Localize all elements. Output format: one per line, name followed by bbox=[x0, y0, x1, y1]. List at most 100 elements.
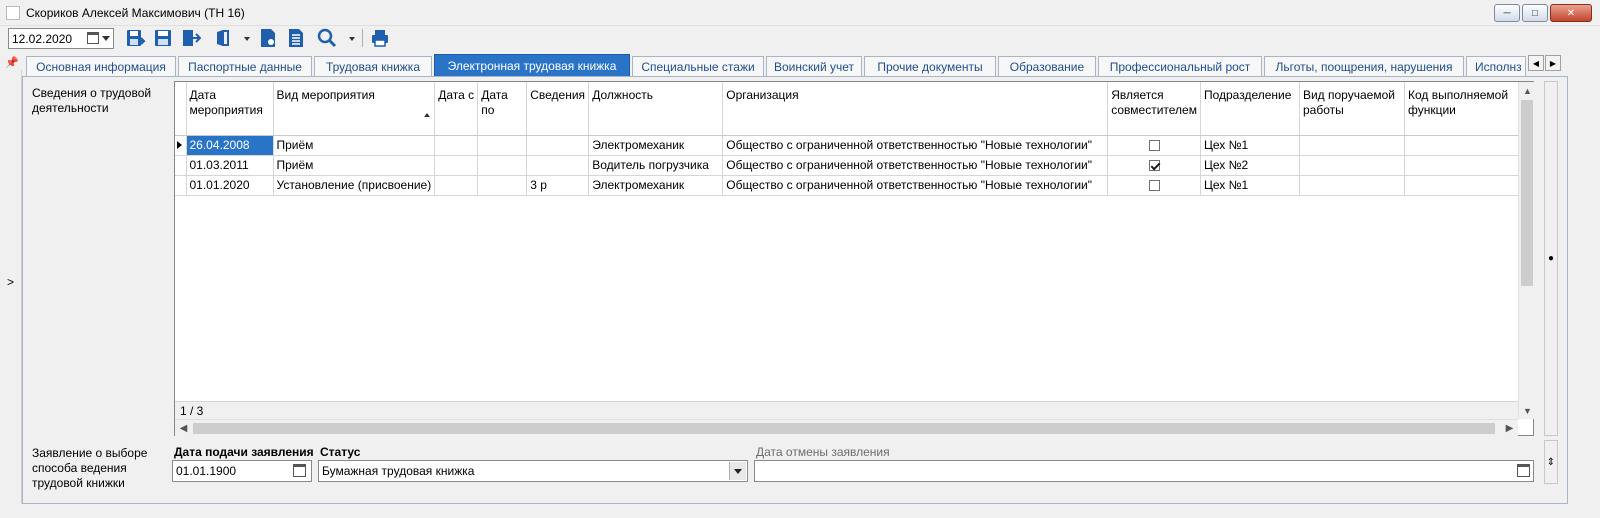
cell-position[interactable]: Электромеханик bbox=[588, 135, 724, 156]
cell-function-code[interactable] bbox=[1404, 175, 1525, 196]
cell-date-from[interactable] bbox=[434, 155, 479, 176]
chevron-down-icon[interactable] bbox=[102, 36, 110, 41]
cell-department[interactable]: Цех №1 bbox=[1200, 135, 1300, 156]
cell-department[interactable]: Цех №2 bbox=[1200, 155, 1300, 176]
scroll-down-icon[interactable]: ▼ bbox=[1519, 402, 1536, 419]
table-row[interactable]: 01.01.2020 Установление (присвоение) 3 р… bbox=[175, 175, 1525, 196]
exit-icon[interactable] bbox=[181, 28, 201, 48]
expand-icon: > bbox=[7, 275, 15, 289]
cell-organization[interactable]: Общество с ограниченной ответственностью… bbox=[722, 155, 1109, 176]
application-side-button[interactable]: ⇕ bbox=[1544, 440, 1558, 484]
cell-event-date[interactable]: 01.03.2011 bbox=[186, 155, 274, 176]
cell-date-to[interactable] bbox=[477, 135, 528, 156]
tab-employment-book[interactable]: Трудовая книжка bbox=[314, 56, 432, 76]
cell-date-to[interactable] bbox=[477, 175, 528, 196]
horizontal-scrollbar[interactable]: ◀ ▶ bbox=[175, 419, 1518, 436]
cell-event-date[interactable]: 26.04.2008 bbox=[186, 135, 274, 156]
save-as-icon[interactable] bbox=[125, 28, 145, 48]
cell-work-type[interactable] bbox=[1299, 155, 1405, 176]
column-header-work-type[interactable]: Вид поручаемой работы bbox=[1299, 82, 1405, 136]
part-time-checkbox[interactable] bbox=[1148, 140, 1160, 152]
part-time-checkbox[interactable] bbox=[1148, 180, 1160, 192]
column-header-position[interactable]: Должность bbox=[588, 82, 724, 136]
cell-info[interactable] bbox=[526, 155, 590, 176]
table-row[interactable]: 01.03.2011 Приём Водитель погрузчика Общ… bbox=[175, 155, 1525, 176]
tab-scroll-left-button[interactable]: ◀ bbox=[1528, 55, 1544, 71]
part-time-checkbox[interactable] bbox=[1148, 160, 1160, 172]
cell-date-to[interactable] bbox=[477, 155, 528, 176]
report-icon[interactable] bbox=[258, 28, 278, 48]
dot-icon: ● bbox=[1547, 253, 1555, 264]
tab-scroll-right-button[interactable]: ▶ bbox=[1545, 55, 1561, 71]
search-dropdown-icon[interactable] bbox=[349, 37, 355, 41]
cell-work-type[interactable] bbox=[1299, 175, 1405, 196]
grid-side-button[interactable]: ● bbox=[1544, 81, 1558, 436]
tab-military[interactable]: Воинский учет bbox=[766, 56, 862, 76]
print-icon[interactable] bbox=[370, 28, 390, 48]
scroll-up-icon[interactable]: ▲ bbox=[1519, 82, 1536, 99]
tab-education[interactable]: Образование bbox=[998, 56, 1096, 76]
cell-part-time[interactable] bbox=[1107, 135, 1201, 156]
cell-date-from[interactable] bbox=[434, 135, 479, 156]
column-header-function-code[interactable]: Код выполняемой функции bbox=[1404, 82, 1525, 136]
cell-event-type[interactable]: Установление (присвоение) bbox=[273, 175, 436, 196]
column-header-event-type[interactable]: Вид мероприятия bbox=[273, 82, 436, 136]
cell-position[interactable]: Электромеханик bbox=[588, 175, 724, 196]
document-dropdown-icon[interactable] bbox=[244, 37, 250, 41]
cell-part-time[interactable] bbox=[1107, 155, 1201, 176]
chevron-down-icon[interactable] bbox=[729, 462, 746, 480]
tab-more[interactable]: Исполнз bbox=[1466, 56, 1526, 76]
tab-special-experience[interactable]: Специальные стажи bbox=[632, 56, 764, 76]
scroll-left-icon[interactable]: ◀ bbox=[175, 420, 192, 437]
cell-event-type[interactable]: Приём bbox=[273, 135, 436, 156]
scroll-right-icon[interactable]: ▶ bbox=[1501, 420, 1518, 437]
maximize-button[interactable]: □ bbox=[1522, 4, 1548, 22]
status-select[interactable]: Бумажная трудовая книжка bbox=[318, 460, 748, 482]
column-header-date-from[interactable]: Дата с bbox=[434, 82, 479, 136]
calendar-icon[interactable] bbox=[1517, 464, 1530, 477]
save-icon[interactable] bbox=[153, 28, 173, 48]
cell-function-code[interactable] bbox=[1404, 155, 1525, 176]
list-icon[interactable] bbox=[286, 28, 306, 48]
column-header-department[interactable]: Подразделение bbox=[1200, 82, 1300, 136]
cell-organization[interactable]: Общество с ограниченной ответственностью… bbox=[722, 175, 1109, 196]
cell-work-type[interactable] bbox=[1299, 135, 1405, 156]
date-picker[interactable]: 12.02.2020 bbox=[8, 28, 114, 49]
work-history-grid: Дата мероприятия Вид мероприятия Дата с … bbox=[174, 81, 1535, 436]
horizontal-scroll-thumb[interactable] bbox=[193, 423, 1495, 434]
calendar-icon[interactable] bbox=[87, 32, 99, 44]
column-header-date-to[interactable]: Дата по bbox=[477, 82, 528, 136]
minimize-button[interactable]: ─ bbox=[1494, 4, 1520, 22]
tab-main-info[interactable]: Основная информация bbox=[26, 56, 176, 76]
tab-professional-growth[interactable]: Профессиональный рост bbox=[1098, 56, 1262, 76]
cell-function-code[interactable] bbox=[1404, 135, 1525, 156]
tab-benefits[interactable]: Льготы, поощрения, нарушения bbox=[1264, 56, 1464, 76]
table-row[interactable]: 26.04.2008 Приём Электромеханик Общество… bbox=[175, 135, 1525, 156]
cell-part-time[interactable] bbox=[1107, 175, 1201, 196]
pin-icon[interactable]: 📌 bbox=[5, 56, 19, 69]
cell-organization[interactable]: Общество с ограниченной ответственностью… bbox=[722, 135, 1109, 156]
vertical-scrollbar[interactable]: ▲ ▼ bbox=[1518, 82, 1535, 419]
column-header-event-date[interactable]: Дата мероприятия bbox=[186, 82, 274, 136]
calendar-icon[interactable] bbox=[293, 464, 306, 477]
cell-position[interactable]: Водитель погрузчика bbox=[588, 155, 724, 176]
document-icon[interactable] bbox=[213, 28, 233, 48]
tab-passport[interactable]: Паспортные данные bbox=[178, 56, 312, 76]
cell-info[interactable]: 3 р bbox=[526, 175, 590, 196]
column-header-part-time[interactable]: Является совместителем bbox=[1107, 82, 1201, 136]
cell-event-date[interactable]: 01.01.2020 bbox=[186, 175, 274, 196]
close-button[interactable]: ✕ bbox=[1550, 4, 1592, 22]
side-panel-toggle[interactable]: > bbox=[0, 70, 22, 504]
cell-event-type[interactable]: Приём bbox=[273, 155, 436, 176]
tab-electronic-employment-book[interactable]: Электронная трудовая книжка bbox=[434, 54, 630, 77]
cell-date-from[interactable] bbox=[434, 175, 479, 196]
cell-department[interactable]: Цех №1 bbox=[1200, 175, 1300, 196]
column-header-organization[interactable]: Организация bbox=[722, 82, 1109, 136]
search-icon[interactable] bbox=[317, 28, 337, 48]
cancel-date-field[interactable] bbox=[754, 460, 1534, 482]
cell-info[interactable] bbox=[526, 135, 590, 156]
tab-other-documents[interactable]: Прочие документы bbox=[864, 56, 996, 76]
vertical-scroll-thumb[interactable] bbox=[1521, 100, 1533, 286]
submit-date-field[interactable]: 01.01.1900 bbox=[172, 460, 312, 482]
column-header-info[interactable]: Сведения bbox=[526, 82, 590, 136]
